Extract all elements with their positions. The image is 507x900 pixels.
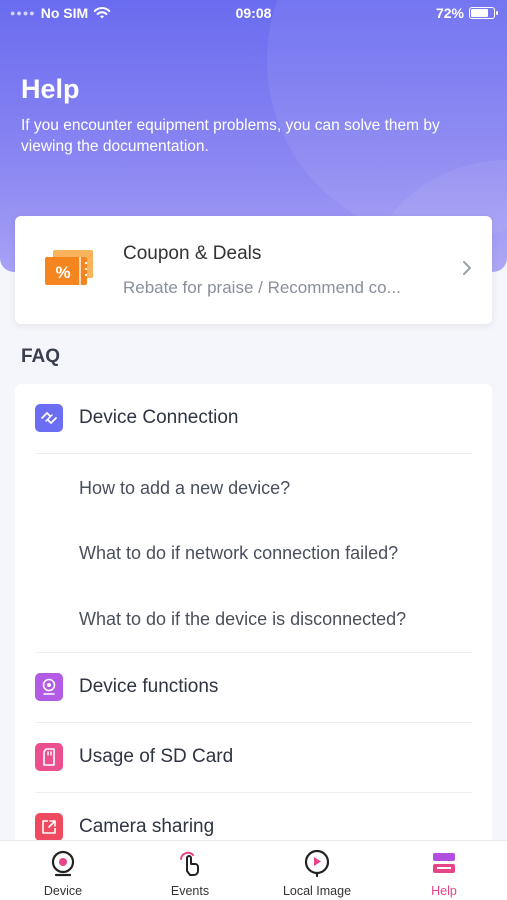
camera-icon [35,673,63,701]
faq-list: Device Connection How to add a new devic… [15,384,492,854]
faq-section-device-functions[interactable]: Device functions [15,653,492,721]
coupon-deals-card[interactable]: % Coupon & Deals Rebate for praise / Rec… [15,216,492,324]
status-right: 72% [435,5,498,21]
svg-text:%: % [55,263,70,282]
faq-question-device-disconnected[interactable]: What to do if the device is disconnected… [79,609,406,630]
tab-local-image[interactable]: Local Image [254,841,380,900]
share-icon [35,813,63,841]
page-title: Help [21,74,80,104]
battery-percent: 72% [435,5,464,21]
faq-heading: FAQ [21,346,61,367]
tab-label: Device [43,884,83,898]
battery-icon [469,7,498,19]
faq-section-label: Device Connection [79,407,239,428]
tab-events[interactable]: Events [127,841,253,900]
tab-device[interactable]: Device [0,841,126,900]
device-icon [51,850,75,877]
faq-question-add-device[interactable]: How to add a new device? [79,478,290,499]
faq-section-device-connection[interactable]: Device Connection [15,384,492,452]
faq-section-sd-card[interactable]: Usage of SD Card [15,723,492,791]
tab-help[interactable]: Help [381,841,507,900]
tab-label: Events [170,884,210,898]
page-subtitle: If you encounter equipment problems, you… [21,117,440,155]
coupon-subtitle: Rebate for praise / Recommend co... [123,278,401,297]
faq-question-network-failed[interactable]: What to do if network connection failed? [79,543,398,564]
help-icon [433,853,455,873]
faq-section-label: Camera sharing [79,816,215,837]
status-bar: ●●●● No SIM 09:08 72% [0,0,507,28]
chevron-right-icon [462,260,472,281]
bottom-tab-bar: Device Events Local Image Help [0,840,507,900]
status-time: 09:08 [235,5,272,21]
divider [35,453,472,454]
faq-section-label: Usage of SD Card [79,746,234,767]
sd-card-icon [35,743,63,771]
coupon-ticket-icon: % [43,248,97,293]
faq-section-label: Device functions [79,676,219,697]
tab-label: Local Image [282,884,352,898]
device-connection-icon [35,404,63,432]
local-image-icon [304,849,330,877]
coupon-title: Coupon & Deals [123,243,262,264]
tab-label: Help [431,884,457,898]
touch-icon [180,851,199,876]
